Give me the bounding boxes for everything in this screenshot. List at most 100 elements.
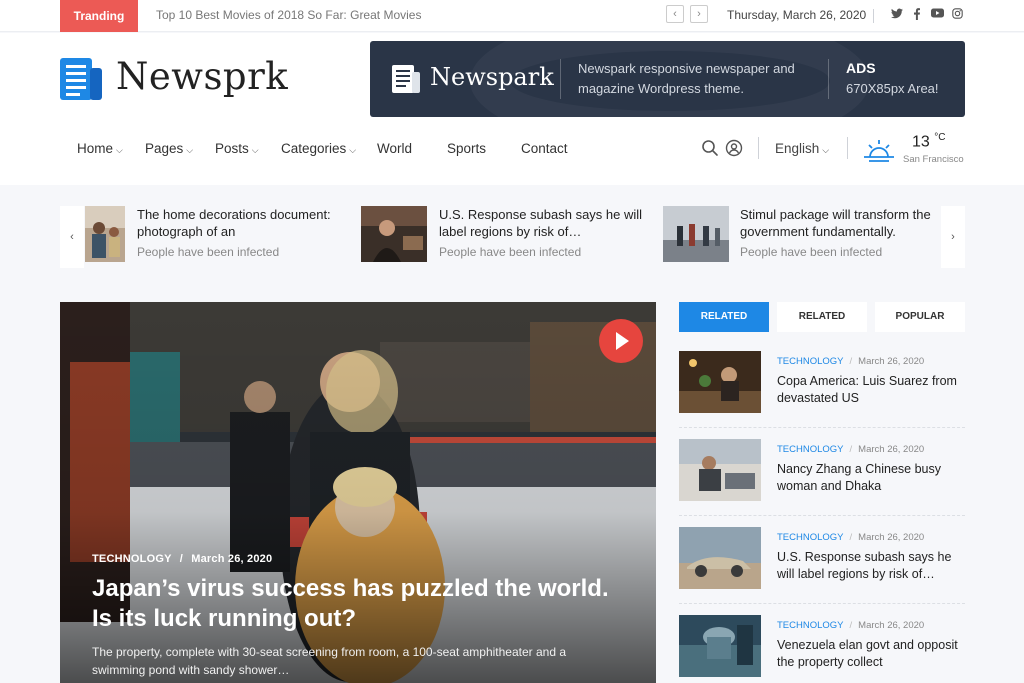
carousel-thumbnail bbox=[361, 206, 427, 262]
post-meta: TECHNOLOGY / March 26, 2020 bbox=[777, 532, 924, 543]
search-icon[interactable] bbox=[701, 139, 719, 157]
nav-posts[interactable]: Posts ⌵ bbox=[215, 141, 259, 156]
temperature-value: 13 bbox=[912, 133, 930, 151]
chevron-down-icon: ⌵ bbox=[822, 145, 830, 155]
play-video-button[interactable] bbox=[599, 319, 643, 363]
post-divider bbox=[679, 427, 965, 428]
hero-meta: TECHNOLOGY / March 26, 2020 bbox=[92, 553, 272, 565]
site-header: Newsprk Newspark Newspark responsive new… bbox=[0, 33, 1024, 185]
ticker-next-button[interactable]: › bbox=[690, 5, 708, 23]
hero-category[interactable]: TECHNOLOGY bbox=[92, 553, 171, 565]
nav-contact[interactable]: Contact bbox=[521, 141, 568, 156]
tab-related-2[interactable]: RELATED bbox=[777, 302, 867, 332]
post-date: March 26, 2020 bbox=[858, 620, 925, 631]
top-bar: Tranding Top 10 Best Movies of 2018 So F… bbox=[0, 0, 1024, 32]
newspaper-logo-icon[interactable] bbox=[60, 58, 102, 100]
nav-categories[interactable]: Categories ⌵ bbox=[281, 141, 356, 156]
post-thumbnail bbox=[679, 527, 761, 589]
site-logo-text[interactable]: Newsprk bbox=[116, 55, 288, 98]
post-thumbnail bbox=[679, 439, 761, 501]
nav-home[interactable]: Home ⌵ bbox=[77, 141, 123, 156]
nav-label: Pages bbox=[145, 141, 184, 156]
post-title[interactable]: Copa America: Luis Suarez from devastate… bbox=[777, 373, 967, 407]
post-category[interactable]: TECHNOLOGY bbox=[777, 356, 844, 367]
nav-divider bbox=[758, 137, 759, 159]
sidebar-post[interactable]: TECHNOLOGY / March 26, 2020 U.S. Response … bbox=[679, 527, 965, 603]
carousel-thumbnail bbox=[663, 206, 729, 262]
carousel-thumbnail bbox=[85, 206, 125, 262]
meta-separator: / bbox=[849, 620, 853, 631]
post-category[interactable]: TECHNOLOGY bbox=[777, 444, 844, 455]
meta-separator: / bbox=[849, 356, 853, 367]
post-category[interactable]: TECHNOLOGY bbox=[777, 532, 844, 543]
carousel-subtitle: People have been infected bbox=[740, 245, 883, 259]
ad-size: 670X85px Area! bbox=[846, 81, 939, 96]
post-meta: TECHNOLOGY / March 26, 2020 bbox=[777, 356, 924, 367]
nav-divider bbox=[847, 137, 848, 159]
newspaper-icon bbox=[392, 65, 420, 93]
instagram-icon[interactable] bbox=[950, 8, 964, 22]
nav-pages[interactable]: Pages ⌵ bbox=[145, 141, 193, 156]
chevron-down-icon: ⌵ bbox=[349, 145, 357, 155]
tab-related[interactable]: RELATED bbox=[679, 302, 769, 332]
topbar-divider bbox=[873, 9, 874, 23]
chevron-down-icon: ⌵ bbox=[251, 145, 259, 155]
meta-separator: / bbox=[179, 553, 183, 565]
post-thumbnail bbox=[679, 351, 761, 413]
carousel-title: The home decorations document: photograp… bbox=[137, 207, 331, 239]
current-date: Thursday, March 26, 2020 bbox=[727, 8, 867, 22]
post-thumbnail bbox=[679, 615, 761, 677]
header-ad-banner[interactable]: Newspark Newspark responsive newspaper a… bbox=[370, 41, 965, 117]
nav-label: Posts bbox=[215, 141, 249, 156]
ad-divider bbox=[560, 59, 561, 99]
carousel-subtitle: People have been infected bbox=[137, 245, 280, 259]
meta-separator: / bbox=[849, 532, 853, 543]
nav-sports[interactable]: Sports bbox=[447, 141, 486, 156]
nav-label: Home bbox=[77, 141, 114, 156]
carousel-item[interactable]: U.S. Response subash says he will label … bbox=[361, 206, 642, 268]
youtube-icon[interactable] bbox=[930, 8, 944, 21]
temperature-unit: °C bbox=[934, 132, 946, 143]
nav-world[interactable]: World bbox=[377, 141, 412, 156]
sidebar-tabs: RELATED RELATED POPULAR bbox=[679, 302, 965, 332]
user-icon[interactable] bbox=[725, 139, 743, 157]
tab-popular[interactable]: POPULAR bbox=[875, 302, 965, 332]
carousel-item[interactable]: The home decorations document: photograp… bbox=[85, 206, 355, 268]
trending-badge: Tranding bbox=[60, 0, 138, 32]
hero-excerpt: The property, complete with 30-seat scre… bbox=[92, 645, 567, 677]
post-divider bbox=[679, 515, 965, 516]
post-date: March 26, 2020 bbox=[858, 356, 925, 367]
post-divider bbox=[679, 603, 965, 604]
weather-sun-icon bbox=[863, 137, 895, 163]
hero-date: March 26, 2020 bbox=[191, 553, 273, 565]
twitter-icon[interactable] bbox=[890, 8, 904, 22]
language-label: English bbox=[775, 141, 820, 156]
language-selector[interactable]: English ⌵ bbox=[775, 141, 829, 156]
ad-label: ADS bbox=[846, 60, 876, 76]
sidebar-post[interactable]: TECHNOLOGY / March 26, 2020 Nancy Zhang a … bbox=[679, 439, 965, 515]
carousel-item[interactable]: Stimul package will transform the govern… bbox=[663, 206, 941, 268]
ad-divider bbox=[828, 59, 829, 99]
post-meta: TECHNOLOGY / March 26, 2020 bbox=[777, 444, 924, 455]
facebook-icon[interactable] bbox=[910, 8, 924, 23]
post-title[interactable]: Nancy Zhang a Chinese busy woman and Dha… bbox=[777, 461, 967, 495]
hero-title[interactable]: Japan’s virus success has puzzled the wo… bbox=[92, 574, 632, 634]
carousel-prev-button[interactable]: ‹ bbox=[60, 206, 84, 268]
sidebar-post[interactable]: TECHNOLOGY / March 26, 2020 Copa America: … bbox=[679, 351, 965, 427]
chevron-down-icon: ⌵ bbox=[186, 145, 194, 155]
carousel-next-button[interactable]: › bbox=[941, 206, 965, 268]
hero-article[interactable]: TECHNOLOGY / March 26, 2020 Japan’s viru… bbox=[60, 302, 656, 683]
post-date: March 26, 2020 bbox=[858, 444, 925, 455]
post-title[interactable]: Venezuela elan govt and opposit the prop… bbox=[777, 637, 967, 671]
post-title[interactable]: U.S. Response subash says he will label … bbox=[777, 549, 967, 583]
chevron-down-icon: ⌵ bbox=[116, 145, 123, 155]
ad-description: Newspark responsive newspaper and magazi… bbox=[578, 61, 795, 96]
ticker-prev-button[interactable]: ‹ bbox=[666, 5, 684, 23]
news-carousel: ‹ The home decorations document: photogr… bbox=[60, 206, 965, 268]
post-category[interactable]: TECHNOLOGY bbox=[777, 620, 844, 631]
post-meta: TECHNOLOGY / March 26, 2020 bbox=[777, 620, 924, 631]
trending-ticker-link[interactable]: Top 10 Best Movies of 2018 So Far: Great… bbox=[156, 8, 421, 22]
carousel-title: U.S. Response subash says he will label … bbox=[439, 207, 643, 239]
weather-city: San Francisco bbox=[903, 154, 964, 165]
sidebar-post[interactable]: TECHNOLOGY / March 26, 2020 Venezuela elan… bbox=[679, 615, 965, 683]
